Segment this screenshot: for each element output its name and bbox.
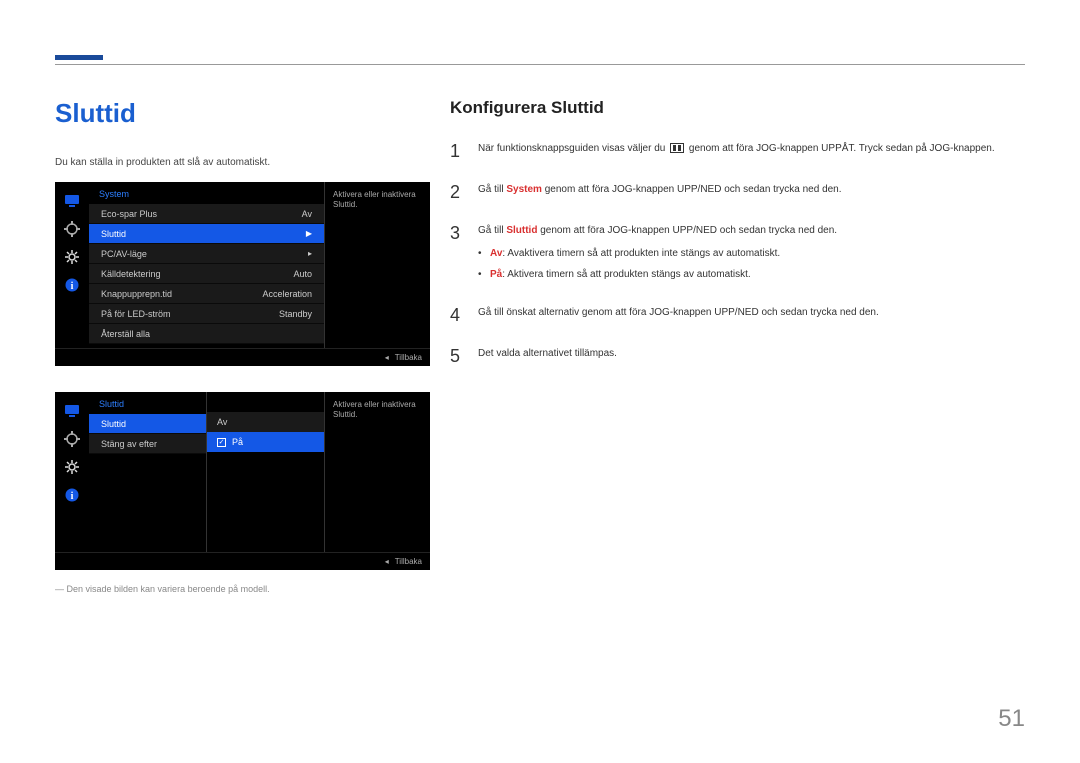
step-text: Gå till önskat alternativ genom att föra… xyxy=(478,302,879,329)
step-5: 5 Det valda alternativet tillämpas. xyxy=(450,343,1020,370)
option-list: Av: Avaktivera timern så att produkten i… xyxy=(478,246,837,282)
step-number: 2 xyxy=(450,179,464,206)
osd-sidebar: i xyxy=(55,392,89,552)
osd-row-eco[interactable]: Eco-spar PlusAv xyxy=(89,204,324,224)
info-icon: i xyxy=(63,276,81,294)
section-desc: Du kan ställa in produkten att slå av au… xyxy=(55,157,430,168)
step-number: 4 xyxy=(450,302,464,329)
check-icon: ✓ xyxy=(217,438,226,447)
osd-row-reset[interactable]: Återställ alla xyxy=(89,324,324,344)
osd-row-led[interactable]: På för LED-strömStandby xyxy=(89,304,324,324)
osd-row-sluttid[interactable]: Sluttid xyxy=(89,414,206,434)
osd-sidebar: i xyxy=(55,182,89,348)
osd-help-text: Aktivera eller inaktivera Sluttid. xyxy=(325,392,430,552)
osd-sluttid-panel: i Sluttid Sluttid Stäng av efter Av ✓På … xyxy=(55,392,430,570)
osd-menu-title: System xyxy=(89,182,324,204)
section-title: Sluttid xyxy=(55,98,430,129)
osd-submenu: Av ✓På xyxy=(207,392,325,552)
step-text: Gå till System genom att föra JOG-knappe… xyxy=(478,179,842,206)
target-icon xyxy=(63,220,81,238)
step-text: När funktionsknappsguiden visas väljer d… xyxy=(478,138,995,165)
osd-menu-list: System Eco-spar PlusAv Sluttid▶ PC/AV-lä… xyxy=(89,182,325,348)
step-number: 1 xyxy=(450,138,464,165)
step-number: 5 xyxy=(450,343,464,370)
page-number: 51 xyxy=(998,705,1025,733)
footnote: ― Den visade bilden kan variera beroende… xyxy=(55,584,430,594)
header-rule xyxy=(55,64,1025,65)
osd-help-text: Aktivera eller inaktivera Sluttid. xyxy=(325,182,430,348)
osd-menu-list: Sluttid Sluttid Stäng av efter xyxy=(89,392,207,552)
monitor-icon xyxy=(63,192,81,210)
chevron-right-icon: ▸ xyxy=(308,249,312,258)
header-accent xyxy=(55,55,103,60)
back-label: Tillbaka xyxy=(395,557,422,566)
osd-system-panel: i System Eco-spar PlusAv Sluttid▶ PC/AV-… xyxy=(55,182,430,366)
osd-row-sluttid[interactable]: Sluttid▶ xyxy=(89,224,324,244)
svg-text:i: i xyxy=(71,281,74,292)
step-3: 3 Gå till Sluttid genom att föra JOG-kna… xyxy=(450,220,1020,288)
target-icon xyxy=(63,430,81,448)
osd-footer: ◂ Tillbaka xyxy=(55,552,430,570)
gear-icon xyxy=(63,458,81,476)
svg-text:i: i xyxy=(71,491,74,502)
osd-menu-title: Sluttid xyxy=(89,392,206,414)
gear-icon xyxy=(63,248,81,266)
osd-row-pcav[interactable]: PC/AV-läge▸ xyxy=(89,244,324,264)
osd-row-keyrepeat[interactable]: Knappupprepn.tidAcceleration xyxy=(89,284,324,304)
chevron-left-icon: ◂ xyxy=(385,353,389,362)
osd-footer: ◂ Tillbaka xyxy=(55,348,430,366)
back-label: Tillbaka xyxy=(395,353,422,362)
monitor-icon xyxy=(63,402,81,420)
osd-row-offafter[interactable]: Stäng av efter xyxy=(89,434,206,454)
osd-row-source[interactable]: KälldetekteringAuto xyxy=(89,264,324,284)
subsection-title: Konfigurera Sluttid xyxy=(450,98,1020,118)
chevron-right-icon: ▶ xyxy=(306,229,312,238)
step-text: Det valda alternativet tillämpas. xyxy=(478,343,617,370)
chevron-left-icon: ◂ xyxy=(385,557,389,566)
step-number: 3 xyxy=(450,220,464,288)
list-item: Av: Avaktivera timern så att produkten i… xyxy=(478,246,837,261)
left-column: Sluttid Du kan ställa in produkten att s… xyxy=(55,98,430,594)
step-text: Gå till Sluttid genom att föra JOG-knapp… xyxy=(478,220,837,288)
list-item: På: Aktivera timern så att produkten stä… xyxy=(478,267,837,282)
osd-option-pa[interactable]: ✓På xyxy=(207,432,324,452)
right-column: Konfigurera Sluttid 1 När funktionsknapp… xyxy=(450,98,1020,384)
step-2: 2 Gå till System genom att föra JOG-knap… xyxy=(450,179,1020,206)
osd-option-av[interactable]: Av xyxy=(207,412,324,432)
step-4: 4 Gå till önskat alternativ genom att fö… xyxy=(450,302,1020,329)
jog-icon xyxy=(670,143,684,153)
info-icon: i xyxy=(63,486,81,504)
step-1: 1 När funktionsknappsguiden visas väljer… xyxy=(450,138,1020,165)
